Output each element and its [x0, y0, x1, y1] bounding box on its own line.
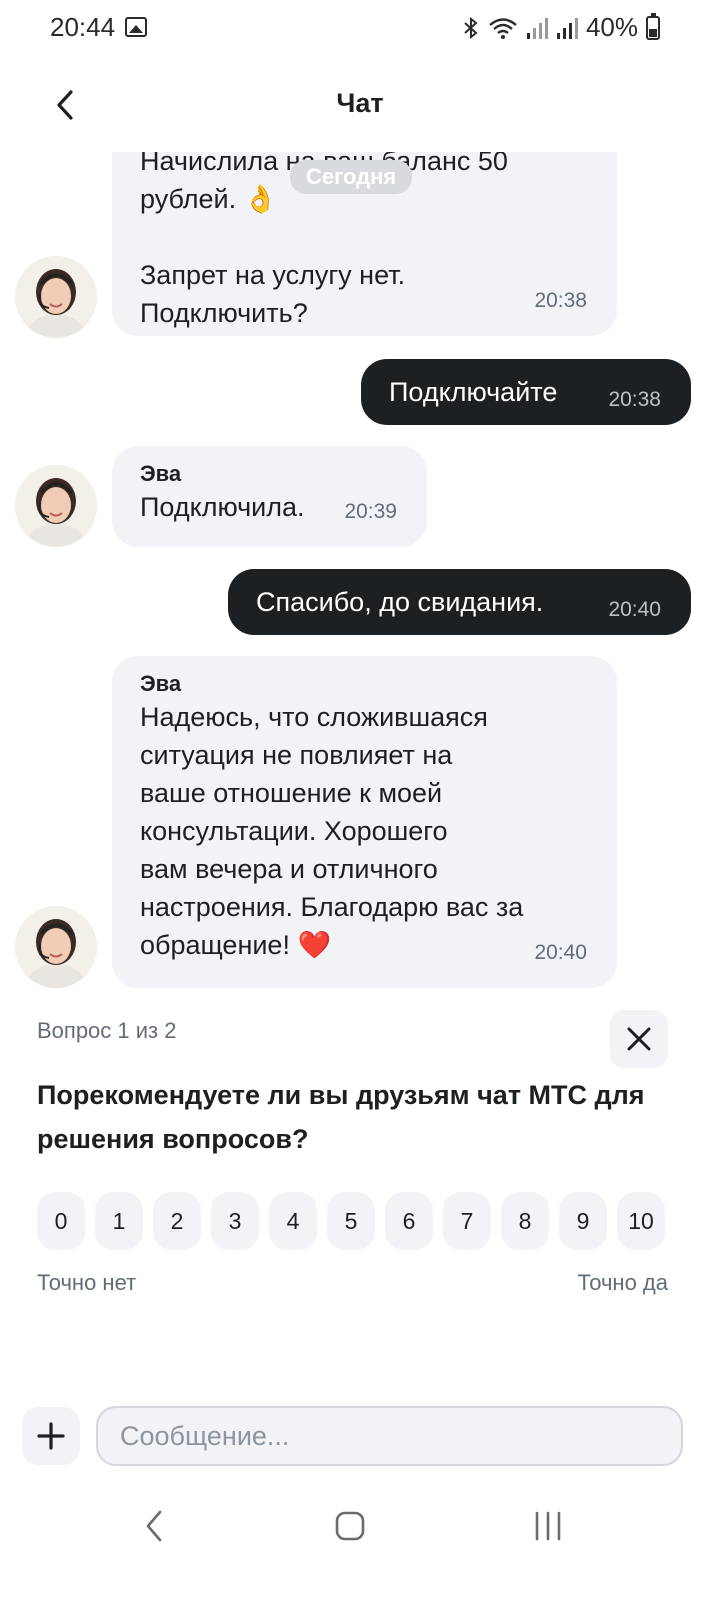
plus-icon: [37, 1422, 65, 1450]
back-icon: [146, 1510, 162, 1542]
message-composer: [0, 1400, 720, 1470]
battery-icon: [646, 12, 660, 40]
rating-option-8[interactable]: 8: [501, 1192, 549, 1250]
message-time: 20:40: [608, 598, 661, 621]
rating-option-5[interactable]: 5: [327, 1192, 375, 1250]
rating-option-10[interactable]: 10: [617, 1192, 665, 1250]
message-bubble-outgoing: Подключайте 20:38: [361, 359, 691, 425]
signal-icon: [526, 17, 548, 39]
message-time: 20:40: [534, 941, 587, 964]
page-title: Чат: [336, 88, 384, 118]
nav-home-button[interactable]: [320, 1506, 380, 1546]
message-bubble-incoming: Эва Подключила. 20:39: [112, 446, 427, 547]
sender-name: Эва: [140, 671, 182, 696]
survey-close-button[interactable]: [610, 1010, 668, 1068]
system-nav-bar: [0, 1490, 720, 1560]
message-text: Подключила.: [140, 492, 305, 522]
app-header: Чат: [0, 60, 720, 152]
nav-recents-button[interactable]: [518, 1506, 578, 1546]
scale-min-label: Точно нет: [37, 1270, 137, 1295]
message-text: Подключайте: [389, 377, 558, 407]
battery-percent: 40%: [585, 12, 638, 42]
rating-option-2[interactable]: 2: [153, 1192, 201, 1250]
status-time: 20:44: [50, 12, 116, 42]
status-icons: 40%: [462, 12, 660, 43]
recents-icon: [535, 1511, 561, 1541]
scale-max-label: Точно да: [577, 1270, 668, 1295]
home-icon: [335, 1511, 365, 1541]
agent-photo: [15, 906, 97, 988]
rating-option-6[interactable]: 6: [385, 1192, 433, 1250]
rating-option-9[interactable]: 9: [559, 1192, 607, 1250]
rating-scale: 0 1 2 3 4 5 6 7 8 9 10: [37, 1192, 665, 1250]
survey-question: Порекомендуете ли вы друзьям чат МТС для…: [37, 1080, 645, 1154]
chat-area[interactable]: Начислила на ваш баланс 50 рублей. 👌 Зап…: [0, 152, 720, 997]
signal-icon: [556, 17, 578, 39]
rating-option-0[interactable]: 0: [37, 1192, 85, 1250]
close-icon: [627, 1027, 651, 1051]
agent-photo: [15, 465, 97, 547]
rating-option-1[interactable]: 1: [95, 1192, 143, 1250]
image-icon: [125, 17, 147, 37]
message-bubble-outgoing: Спасибо, до свидания. 20:40: [228, 569, 691, 635]
message-text: Надеюсь, что сложившаяся ситуация не пов…: [140, 702, 524, 960]
bluetooth-icon: [464, 16, 478, 39]
agent-avatar: [15, 465, 97, 547]
message-time: 20:38: [534, 289, 587, 312]
message-time: 20:39: [344, 500, 397, 523]
date-divider-pill: Сегодня: [290, 160, 413, 194]
agent-photo: [15, 256, 97, 338]
attach-button[interactable]: [22, 1407, 80, 1465]
survey-counter: Вопрос 1 из 2: [37, 1018, 177, 1043]
nps-survey: Вопрос 1 из 2 Порекомендуете ли вы друзь…: [0, 1000, 720, 1320]
message-input[interactable]: [96, 1406, 683, 1466]
wifi-icon: [489, 17, 517, 39]
agent-avatar: [15, 906, 97, 988]
message-bubble-incoming: Эва Надеюсь, что сложившаяся ситуация не…: [112, 656, 617, 988]
agent-avatar: [15, 256, 97, 338]
message-text: рублей. 👌 Запрет на услугу нет. Подключи…: [140, 184, 406, 328]
status-bar: 20:44 40%: [0, 0, 720, 56]
message-time: 20:38: [608, 388, 661, 411]
rating-option-4[interactable]: 4: [269, 1192, 317, 1250]
sender-name: Эва: [140, 461, 182, 486]
nav-back-button[interactable]: [124, 1506, 184, 1546]
message-text: Спасибо, до свидания.: [256, 587, 544, 617]
rating-option-7[interactable]: 7: [443, 1192, 491, 1250]
rating-option-3[interactable]: 3: [211, 1192, 259, 1250]
